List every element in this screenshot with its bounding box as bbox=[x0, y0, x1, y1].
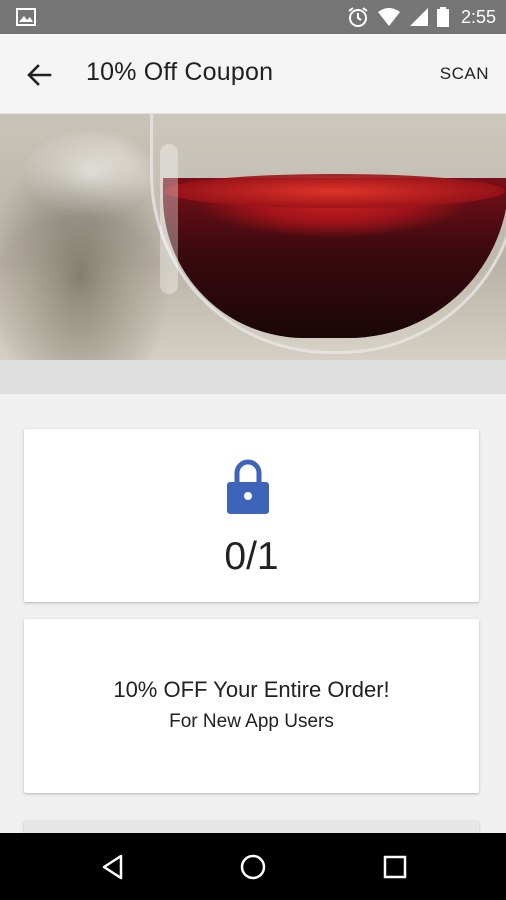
glass-shine bbox=[160, 144, 178, 294]
signal-icon bbox=[409, 8, 428, 26]
redemption-count: 0/1 bbox=[224, 535, 279, 578]
battery-icon bbox=[436, 7, 449, 27]
page-title: 10% Off Coupon bbox=[86, 58, 274, 86]
hero-image-wine-glass bbox=[0, 114, 506, 360]
nav-home-icon[interactable] bbox=[239, 853, 267, 881]
status-bar: 2:55 bbox=[0, 0, 506, 34]
divider-band bbox=[0, 360, 506, 394]
redemption-card: 0/1 bbox=[24, 429, 479, 602]
offer-card: 10% OFF Your Entire Order! For New App U… bbox=[24, 619, 479, 793]
arrow-back-icon[interactable] bbox=[22, 58, 56, 92]
status-time: 2:55 bbox=[460, 6, 496, 27]
wine-surface bbox=[165, 174, 505, 208]
offer-subtitle: For New App Users bbox=[169, 711, 334, 732]
gallery-icon bbox=[16, 8, 36, 26]
nav-back-icon[interactable] bbox=[99, 853, 127, 881]
nav-recents-icon[interactable] bbox=[381, 853, 409, 881]
wifi-icon bbox=[377, 8, 400, 26]
app-bar: 10% Off Coupon SCAN bbox=[0, 34, 506, 114]
scan-button[interactable]: SCAN bbox=[440, 64, 489, 84]
lock-icon bbox=[227, 459, 269, 514]
alarm-icon bbox=[348, 7, 368, 27]
offer-title: 10% OFF Your Entire Order! bbox=[113, 677, 390, 702]
background-glass bbox=[0, 134, 170, 360]
system-nav-bar bbox=[0, 833, 506, 900]
